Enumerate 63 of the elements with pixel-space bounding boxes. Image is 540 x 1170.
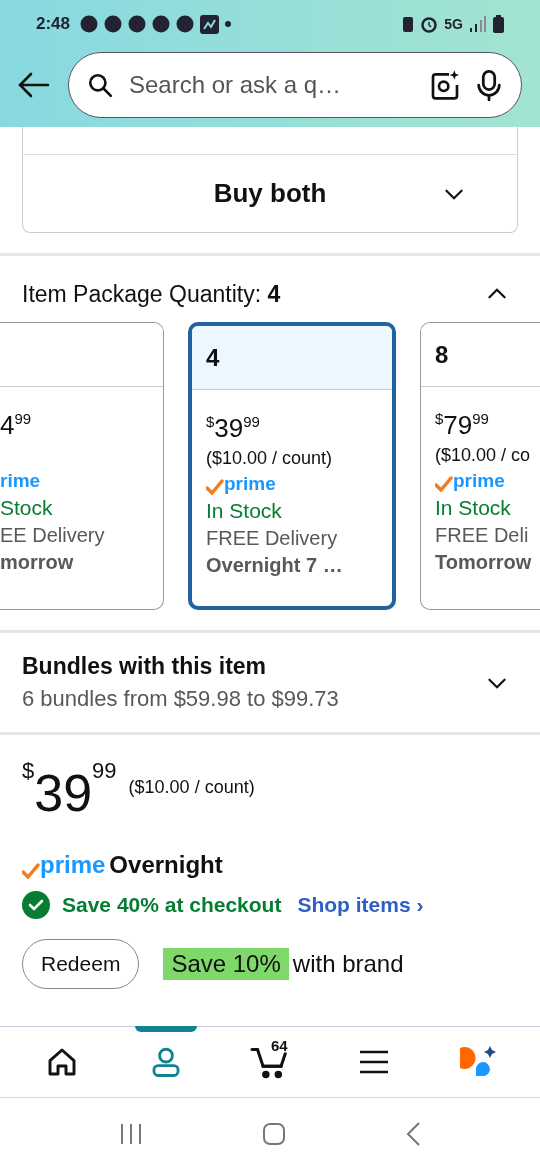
price: 4$^{99}$ xyxy=(0,409,33,441)
buy-both-dropdown[interactable]: Buy both xyxy=(23,155,517,232)
nav-tab[interactable]: 64 xyxy=(235,1027,305,1097)
recent-apps-icon[interactable] xyxy=(119,1122,144,1146)
unit-price: ($10.00 / count) xyxy=(128,777,255,798)
check-icon xyxy=(206,479,224,495)
unit-price: ($10.00 / count) xyxy=(206,448,334,469)
quantity-option-card[interactable]: 4 $^{$}$39$^{99}$ ($10.00 / count) prime In Stock FREE Delivery Overnight 7 … xyxy=(188,322,396,610)
microphone-icon[interactable] xyxy=(475,69,503,101)
unit-price: ($10.00 / co xyxy=(435,445,532,466)
savings-text: Save 40% at checkout xyxy=(62,893,282,917)
back-arrow-icon[interactable] xyxy=(18,72,50,98)
battery-icon xyxy=(493,15,504,33)
delivery-date: Tomorrow xyxy=(435,551,533,574)
delivery-text: FREE Deli xyxy=(435,524,530,547)
bundles-title: Bundles with this item xyxy=(22,653,268,680)
price: $^{$}$39$^{99}$ xyxy=(206,412,261,444)
notification-icon xyxy=(80,15,99,33)
notification-icon xyxy=(176,15,195,33)
shop-items-link[interactable]: Shop items › xyxy=(297,893,424,917)
delivery-date: Overnight 7 … xyxy=(206,554,344,577)
prime-logo: prime xyxy=(435,470,540,492)
status-time: 2:48 xyxy=(36,14,71,34)
menu-icon xyxy=(359,1049,389,1075)
quantity-option-card[interactable]: 4$^{99}$ rime Stock EE Delivery morrow xyxy=(0,322,164,610)
stock-status: Stock xyxy=(0,496,54,520)
check-icon xyxy=(435,476,453,492)
delivery-date: morrow xyxy=(0,551,75,574)
notification-icon xyxy=(128,15,147,33)
check-circle-icon xyxy=(22,891,50,919)
check-icon xyxy=(22,863,40,879)
signal-icon xyxy=(469,16,487,32)
notification-icon xyxy=(152,15,171,33)
delivery-text: EE Delivery xyxy=(0,524,106,547)
prime-logo: prime xyxy=(206,473,392,495)
quantity-label: Item Package Quantity: 4 xyxy=(22,280,281,308)
network-label: 5G xyxy=(444,16,463,32)
redeem-button[interactable]: Redeem xyxy=(22,939,140,989)
notification-icon xyxy=(200,14,220,34)
delivery-speed: Overnight xyxy=(109,851,223,879)
option-title: 8 xyxy=(435,340,449,369)
quantity-option-card[interactable]: 8 $^{$}$79$^{99}$ ($10.00 / co prime In Stock FREE Deli Tomorrow xyxy=(420,322,540,610)
prime-logo: prime xyxy=(22,851,106,879)
notification-icon xyxy=(104,15,123,33)
search-icon xyxy=(87,72,113,98)
coupon-text: with brand xyxy=(292,950,404,978)
price: $^{$}$79$^{99}$ xyxy=(435,409,490,441)
search-field[interactable]: Search or ask a q… xyxy=(68,52,522,118)
alarm-icon xyxy=(420,15,439,33)
discount-highlight: Save 10% xyxy=(163,948,289,980)
stock-status: In Stock xyxy=(435,496,512,520)
bundles-subtitle: 6 bundles from $59.98 to $99.73 xyxy=(22,686,340,712)
home-button-icon[interactable] xyxy=(262,1122,286,1146)
cart-count: 64 xyxy=(271,1037,288,1054)
stock-status: In Stock xyxy=(206,499,283,523)
option-title: 4 xyxy=(206,343,220,372)
home-icon xyxy=(46,1046,78,1078)
back-icon[interactable] xyxy=(404,1122,421,1146)
prime-logo: rime xyxy=(0,470,42,492)
camera-icon[interactable] xyxy=(429,69,461,101)
battery-saver-icon xyxy=(402,15,415,33)
delivery-text: FREE Delivery xyxy=(206,527,339,550)
dot-icon xyxy=(225,21,232,27)
